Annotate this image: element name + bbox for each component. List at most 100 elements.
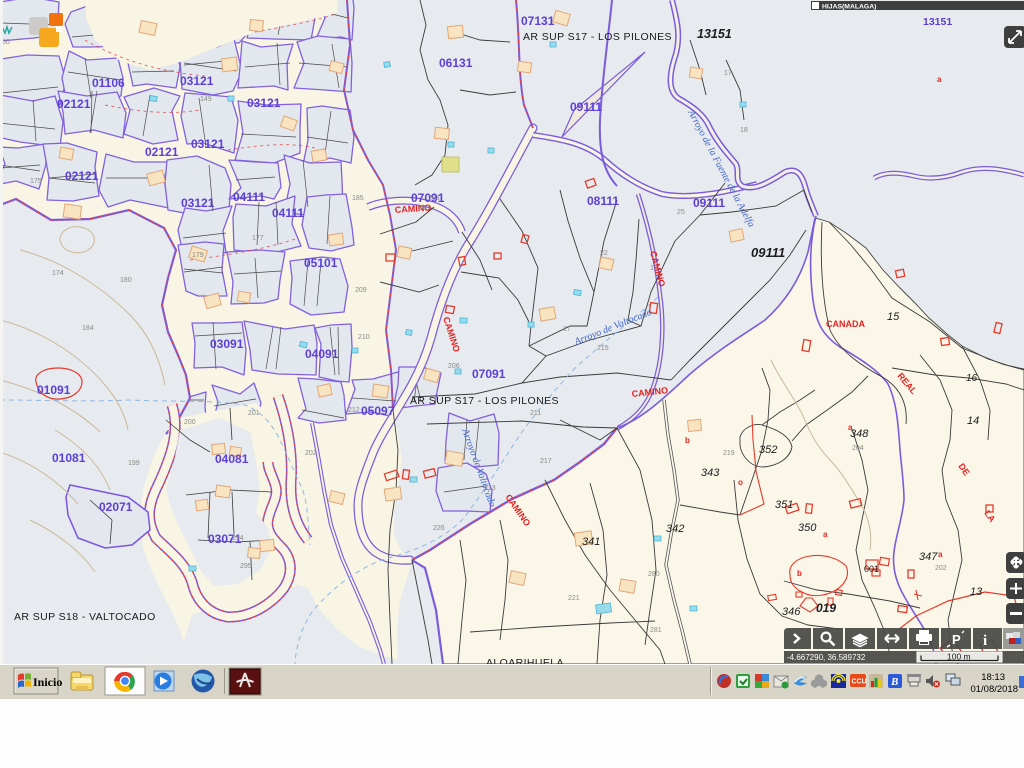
svg-text:346: 346 <box>782 606 801 618</box>
svg-text:09111: 09111 <box>570 100 602 114</box>
svg-text:019: 019 <box>816 601 836 615</box>
svg-text:02071: 02071 <box>99 500 133 514</box>
svg-text:02121: 02121 <box>145 145 179 159</box>
svg-text:13: 13 <box>650 265 658 272</box>
svg-text:05101: 05101 <box>304 256 338 270</box>
svg-text:209: 209 <box>355 287 367 294</box>
svg-text:01081: 01081 <box>52 451 86 465</box>
svg-text:25: 25 <box>677 209 685 216</box>
svg-text:04091: 04091 <box>305 347 339 361</box>
svg-text:b: b <box>685 436 690 445</box>
svg-text:200: 200 <box>184 419 196 426</box>
svg-text:180: 180 <box>120 277 132 284</box>
svg-text:201: 201 <box>248 410 260 417</box>
svg-text:07131: 07131 <box>521 14 555 28</box>
svg-text:02121: 02121 <box>57 97 91 111</box>
svg-text:a: a <box>938 550 943 559</box>
svg-text:AR SUP S18 - VALTOCADO: AR SUP S18 - VALTOCADO <box>14 611 156 623</box>
svg-text:350: 350 <box>798 522 817 534</box>
svg-text:P: P <box>952 632 961 647</box>
svg-text:09111: 09111 <box>751 245 785 260</box>
svg-text:i: i <box>983 633 987 649</box>
svg-text:343: 343 <box>701 467 720 479</box>
svg-text:03091: 03091 <box>210 337 244 351</box>
svg-text:03121: 03121 <box>191 137 225 151</box>
svg-text:280: 280 <box>648 571 660 578</box>
svg-text:04111: 04111 <box>233 190 265 204</box>
svg-text:18:13: 18:13 <box>981 672 1005 683</box>
svg-text:226: 226 <box>433 525 445 532</box>
svg-text:Inicio: Inicio <box>33 675 62 689</box>
svg-text:211: 211 <box>530 410 541 417</box>
svg-text:CANADA: CANADA <box>826 319 865 329</box>
svg-text:281: 281 <box>650 627 662 634</box>
svg-text:CCU: CCU <box>852 679 867 686</box>
svg-text:-4.667290, 36.589732: -4.667290, 36.589732 <box>787 653 866 662</box>
svg-text:02121: 02121 <box>65 169 99 183</box>
svg-text:203: 203 <box>418 205 430 212</box>
svg-text:03121: 03121 <box>180 74 214 88</box>
svg-text:217: 217 <box>540 458 552 465</box>
svg-text:13151: 13151 <box>923 16 952 28</box>
svg-text:ALQARIHUELA: ALQARIHUELA <box>486 657 564 664</box>
svg-text:01/08/2018: 01/08/2018 <box>970 684 1018 695</box>
svg-text:001: 001 <box>864 564 879 574</box>
svg-text:16: 16 <box>966 373 978 384</box>
svg-text:b: b <box>797 569 802 578</box>
svg-text:50: 50 <box>2 39 10 46</box>
svg-text:03121: 03121 <box>247 96 281 110</box>
svg-text:o: o <box>738 478 743 487</box>
svg-text:01091: 01091 <box>37 383 71 397</box>
svg-text:01106: 01106 <box>92 76 125 90</box>
svg-text:221: 221 <box>568 595 580 602</box>
svg-text:206: 206 <box>448 363 460 370</box>
svg-text:15: 15 <box>887 311 900 323</box>
svg-text:210: 210 <box>358 334 370 341</box>
svg-text:04081: 04081 <box>215 452 249 466</box>
svg-text:14: 14 <box>967 415 979 427</box>
svg-text:13: 13 <box>970 586 983 598</box>
svg-text:B: B <box>890 676 898 688</box>
svg-text:204: 204 <box>852 445 864 452</box>
svg-text:179: 179 <box>192 252 204 259</box>
svg-text:08111: 08111 <box>587 194 619 208</box>
svg-text:351: 351 <box>775 499 793 511</box>
svg-text:341: 341 <box>582 536 600 548</box>
svg-text:348: 348 <box>850 428 869 440</box>
svg-text:a: a <box>823 530 828 539</box>
svg-text:18: 18 <box>740 127 748 134</box>
svg-text:202: 202 <box>935 565 947 572</box>
svg-text:13151: 13151 <box>697 27 732 41</box>
svg-text:05097: 05097 <box>361 404 395 418</box>
svg-text:04111: 04111 <box>272 206 304 220</box>
svg-text:09111: 09111 <box>693 196 725 210</box>
svg-text:295: 295 <box>240 563 252 570</box>
svg-text:06131: 06131 <box>439 56 473 70</box>
svg-text:342: 342 <box>666 523 684 535</box>
svg-text:a: a <box>937 75 942 84</box>
svg-text:294: 294 <box>232 535 244 542</box>
svg-text:184: 184 <box>82 325 94 332</box>
svg-text:07091: 07091 <box>472 367 506 381</box>
svg-text:100 m: 100 m <box>947 652 971 662</box>
svg-text:213: 213 <box>484 485 496 492</box>
svg-text:202: 202 <box>305 450 317 457</box>
svg-text:174: 174 <box>52 270 64 277</box>
svg-text:175: 175 <box>30 178 42 185</box>
svg-text:22: 22 <box>600 250 608 257</box>
svg-text:AR SUP S17 - LOS PILONES: AR SUP S17 - LOS PILONES <box>523 31 672 43</box>
svg-text:17: 17 <box>724 70 732 77</box>
svg-text:212: 212 <box>348 407 360 414</box>
svg-text:219: 219 <box>723 450 735 457</box>
svg-text:AR SUP S17 - LOS PILONES: AR SUP S17 - LOS PILONES <box>410 395 559 407</box>
svg-text:HIJAS(MALAGA): HIJAS(MALAGA) <box>822 4 876 11</box>
svg-text:185: 185 <box>352 195 364 202</box>
svg-text:17: 17 <box>563 326 571 333</box>
svg-text:199: 199 <box>128 460 140 467</box>
svg-text:352: 352 <box>759 444 777 456</box>
svg-text:347: 347 <box>919 551 938 563</box>
svg-text:a: a <box>848 423 853 432</box>
svg-text:03121: 03121 <box>181 196 215 210</box>
svg-text:203: 203 <box>428 195 440 202</box>
svg-text:177: 177 <box>252 235 264 242</box>
